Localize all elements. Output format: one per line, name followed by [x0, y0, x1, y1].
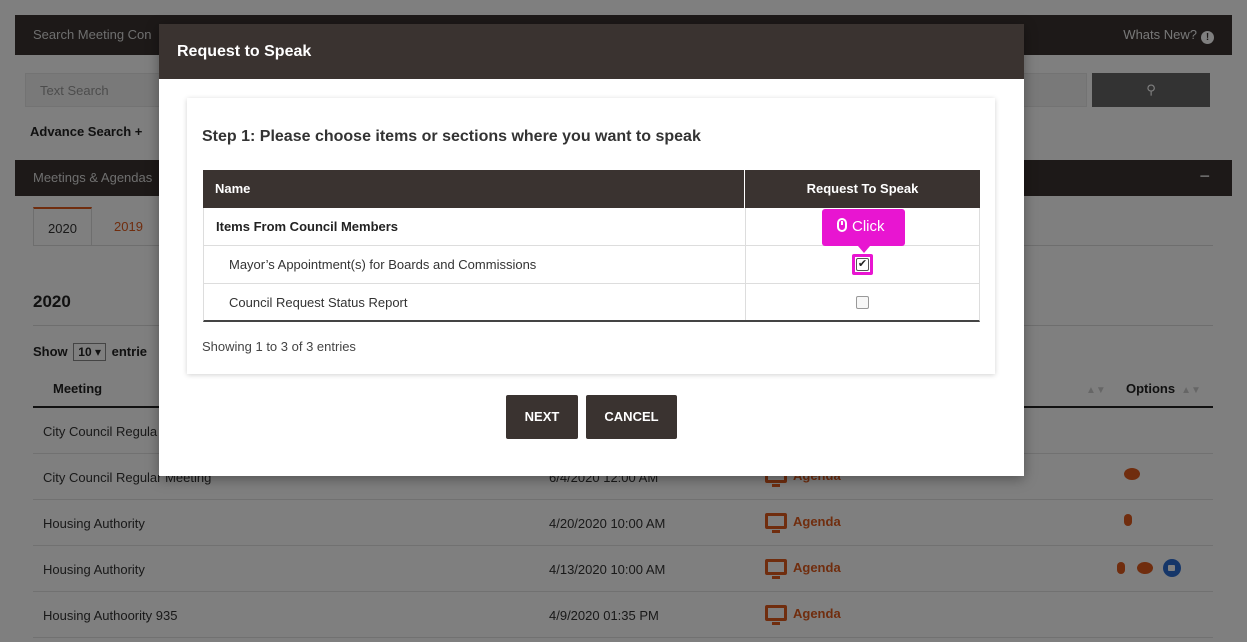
col-request-to-speak: Request To Speak	[806, 181, 919, 196]
next-button[interactable]: NEXT	[506, 395, 578, 439]
speak-checkbox-council-request-status[interactable]	[856, 296, 869, 309]
modal-title: Request to Speak	[159, 24, 1024, 79]
table-header: Name Request To Speak	[203, 170, 980, 208]
click-tooltip: Click	[822, 209, 905, 253]
speak-checkbox-mayors-appointments[interactable]: ✔	[856, 258, 869, 271]
request-to-speak-modal: Request to Speak Step 1: Please choose i…	[159, 24, 1024, 476]
cancel-button[interactable]: CANCEL	[586, 395, 677, 439]
col-name: Name	[203, 170, 745, 208]
table-row-item: Council Request Status Report	[203, 284, 980, 322]
mouse-icon	[837, 218, 847, 232]
entries-info: Showing 1 to 3 of 3 entries	[202, 339, 356, 354]
step-heading: Step 1: Please choose items or sections …	[202, 128, 701, 145]
